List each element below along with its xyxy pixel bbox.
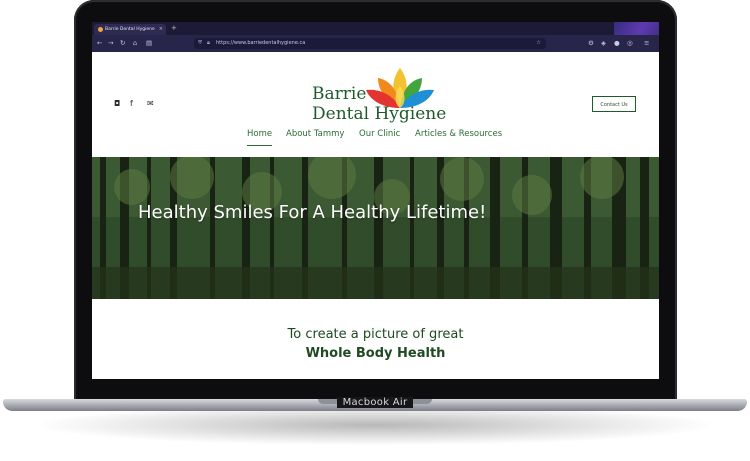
back-icon[interactable]: ←: [97, 38, 102, 48]
tab-title: Barrie Dental Hygiene: [105, 27, 155, 32]
new-tab-button[interactable]: +: [171, 24, 177, 33]
nav-active-underline: [247, 145, 272, 146]
contact-us-button[interactable]: Contact Us: [592, 96, 636, 112]
reader-icon[interactable]: ▤: [146, 38, 152, 48]
instagram-icon[interactable]: ◘: [114, 99, 120, 109]
home-icon[interactable]: ⌂: [133, 38, 137, 48]
forest-image: [92, 157, 659, 299]
browser-tab[interactable]: Barrie Dental Hygiene ×: [94, 24, 166, 35]
hero-banner: Healthy Smiles For A Healthy Lifetime!: [92, 157, 659, 299]
url-text[interactable]: https://www.barriedentalhygiene.ca: [216, 38, 305, 49]
nav-item-about-tammy[interactable]: About Tammy: [286, 129, 344, 139]
facebook-icon[interactable]: f: [130, 99, 133, 109]
hero-title: Healthy Smiles For A Healthy Lifetime!: [138, 202, 487, 223]
logo-line1: Barrie: [312, 84, 367, 104]
url-bar[interactable]: ⛨ 🔒︎ https://www.barriedentalhygiene.ca …: [194, 38, 546, 49]
extensions-icon[interactable]: ⚙: [588, 38, 594, 48]
menu-icon[interactable]: ≡: [644, 38, 649, 48]
mission-line2: Whole Body Health: [305, 346, 446, 361]
laptop-shadow: [40, 405, 710, 445]
account-icon[interactable]: ●: [614, 38, 620, 48]
puzzle-icon[interactable]: ◎: [627, 38, 633, 48]
device-label-text: Macbook Air: [336, 397, 414, 408]
mission-line1: To create a picture of great: [287, 327, 464, 342]
nav-item-articles-resources[interactable]: Articles & Resources: [415, 129, 502, 139]
email-icon[interactable]: ✉: [147, 99, 154, 109]
shield-icon[interactable]: ⛨: [198, 38, 202, 49]
device-label: Macbook Air: [0, 397, 750, 408]
star-icon[interactable]: ☆: [536, 38, 541, 49]
site-header: ◘ f ✉ Barrie Dental Hygiene Contact Us H…: [92, 52, 659, 157]
nav-item-home[interactable]: Home: [247, 129, 272, 139]
reload-icon[interactable]: ↻: [120, 38, 125, 48]
web-page: ◘ f ✉ Barrie Dental Hygiene Contact Us H…: [92, 52, 659, 379]
shield-icon[interactable]: ◈: [601, 38, 606, 48]
site-logo[interactable]: Barrie Dental Hygiene: [312, 84, 446, 124]
nav-item-our-clinic[interactable]: Our Clinic: [359, 129, 400, 139]
logo-line2: Dental Hygiene: [312, 104, 447, 124]
browser-tab-bar: Barrie Dental Hygiene × +: [92, 22, 659, 52]
mission-section: To create a picture of great Whole Body …: [92, 299, 659, 379]
browser-toolbar: ← → ↻ ⌂ ▤ ⛨ 🔒︎ https://www.barriedentalh…: [92, 35, 659, 52]
laptop-screen: Barrie Dental Hygiene × + ← → ↻ ⌂ ▤ ⛨ 🔒︎…: [92, 22, 659, 379]
tab-close-icon[interactable]: ×: [159, 25, 163, 34]
lock-icon[interactable]: 🔒︎: [207, 38, 210, 49]
favicon-icon: [98, 27, 103, 32]
forward-icon[interactable]: →: [108, 38, 113, 48]
